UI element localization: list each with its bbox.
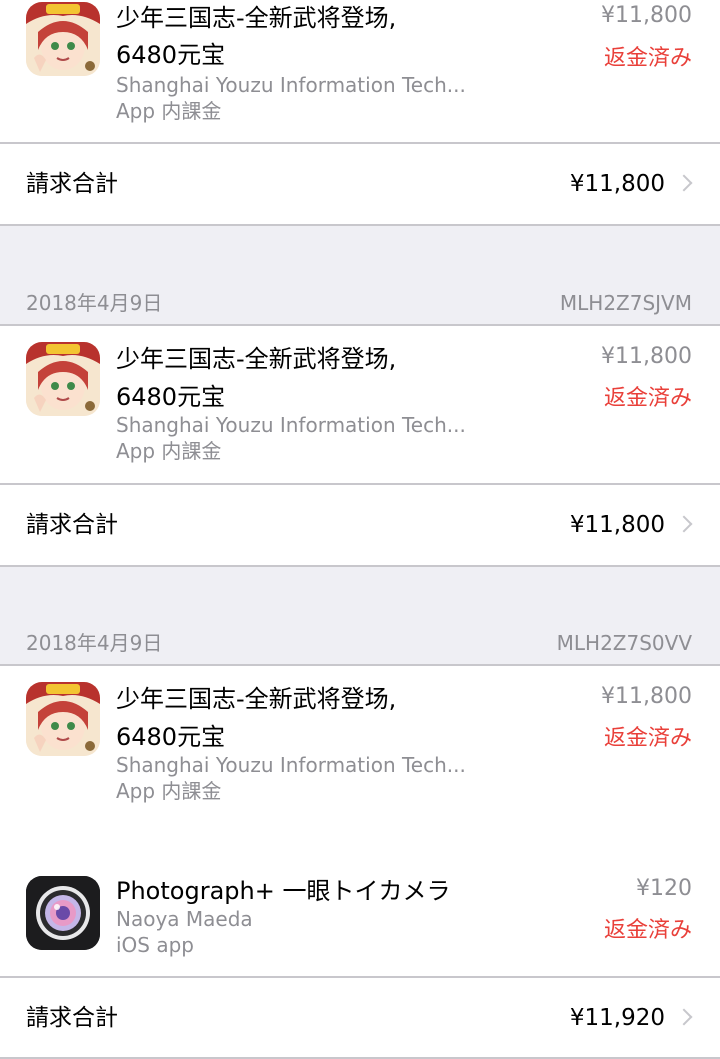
- refund-status: 返金済み: [603, 918, 692, 943]
- item-title-line2: 6480元宝: [116, 723, 226, 751]
- purchase-item[interactable]: 少年三国志-全新武将登场, 6480元宝 Shanghai Youzu Info…: [0, 0, 720, 142]
- order-id: MLH2Z7S0VV: [556, 631, 692, 655]
- item-title: 少年三国志-全新武将登场,: [116, 685, 397, 713]
- item-developer: Naoya Maeda: [116, 907, 253, 931]
- total-amount: ¥11,800: [569, 171, 665, 197]
- total-label: 請求合計: [26, 1005, 118, 1031]
- item-title: 少年三国志-全新武将登场,: [116, 4, 397, 32]
- item-kind: iOS app: [116, 933, 194, 957]
- total-label: 請求合計: [26, 171, 118, 197]
- divider: [0, 224, 720, 226]
- item-title-line2: 6480元宝: [116, 41, 226, 69]
- refund-status: 返金済み: [603, 386, 692, 411]
- refund-status: 返金済み: [603, 726, 692, 751]
- chevron-right-icon: [675, 1008, 693, 1026]
- total-row[interactable]: 請求合計 ¥11,800: [0, 144, 720, 224]
- item-price: ¥120: [636, 876, 692, 901]
- item-kind: App 内課金: [116, 439, 222, 463]
- total-row[interactable]: 請求合計 ¥11,800: [0, 485, 720, 565]
- item-title-line2: 6480元宝: [116, 383, 226, 411]
- total-row[interactable]: 請求合計 ¥11,920: [0, 978, 720, 1058]
- game-character-app-icon: [26, 682, 100, 756]
- chevron-right-icon: [675, 515, 693, 533]
- item-title: 少年三国志-全新武将登场,: [116, 345, 397, 373]
- total-amount: ¥11,920: [569, 1005, 665, 1031]
- total-label: 請求合計: [26, 512, 118, 538]
- order-id: MLH2Z7SJVM: [559, 291, 692, 315]
- item-kind: App 内課金: [116, 779, 222, 803]
- purchase-item[interactable]: Photograph+ 一眼トイカメラ Naoya Maeda iOS app …: [0, 860, 720, 976]
- item-developer: Shanghai Youzu Information Tech...: [116, 753, 466, 777]
- total-amount: ¥11,800: [569, 512, 665, 538]
- order-header: 2018年4月9日 MLH2Z7S0VV: [0, 624, 720, 662]
- order-header: 2018年4月9日 MLH2Z7SJVM: [0, 284, 720, 322]
- item-developer: Shanghai Youzu Information Tech...: [116, 73, 466, 97]
- item-title: Photograph+ 一眼トイカメラ: [116, 877, 451, 905]
- game-character-app-icon: [26, 342, 100, 416]
- purchase-item[interactable]: 少年三国志-全新武将登场, 6480元宝 Shanghai Youzu Info…: [0, 326, 720, 484]
- refund-status: 返金済み: [603, 46, 692, 71]
- camera-lens-app-icon: [26, 876, 100, 950]
- item-price: ¥11,800: [601, 684, 692, 709]
- order-date: 2018年4月9日: [26, 291, 163, 315]
- chevron-right-icon: [675, 174, 693, 192]
- item-price: ¥11,800: [601, 3, 692, 28]
- divider: [0, 565, 720, 567]
- game-character-app-icon: [26, 2, 100, 76]
- item-developer: Shanghai Youzu Information Tech...: [116, 413, 466, 437]
- item-kind: App 内課金: [116, 99, 222, 123]
- item-price: ¥11,800: [601, 344, 692, 369]
- purchase-item[interactable]: 少年三国志-全新武将登场, 6480元宝 Shanghai Youzu Info…: [0, 666, 720, 816]
- order-date: 2018年4月9日: [26, 631, 163, 655]
